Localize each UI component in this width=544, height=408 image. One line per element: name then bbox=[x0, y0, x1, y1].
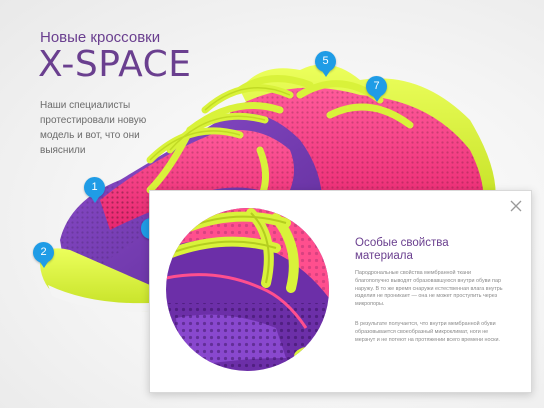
popup-paragraph-1: Пародрональные свойства мембранной ткани… bbox=[355, 270, 503, 308]
hotspot-5[interactable]: 5 bbox=[315, 51, 336, 77]
hotspot-2[interactable]: 2 bbox=[33, 242, 54, 268]
close-icon[interactable] bbox=[509, 199, 523, 213]
product-page: Новые кроссовки X-SPACE Наши специалисты… bbox=[0, 0, 544, 408]
popup-paragraph-2: В результате получается, что внутри мемб… bbox=[355, 321, 501, 343]
intro-text: Наши специалисты протестировали новую мо… bbox=[40, 100, 147, 156]
hotspot-1[interactable]: 1 bbox=[84, 177, 105, 203]
popup-title: Особые свойства материала bbox=[355, 237, 449, 262]
material-closeup-image bbox=[166, 208, 329, 371]
product-title: X-SPACE bbox=[38, 44, 192, 85]
hotspot-7[interactable]: 7 bbox=[366, 76, 387, 102]
